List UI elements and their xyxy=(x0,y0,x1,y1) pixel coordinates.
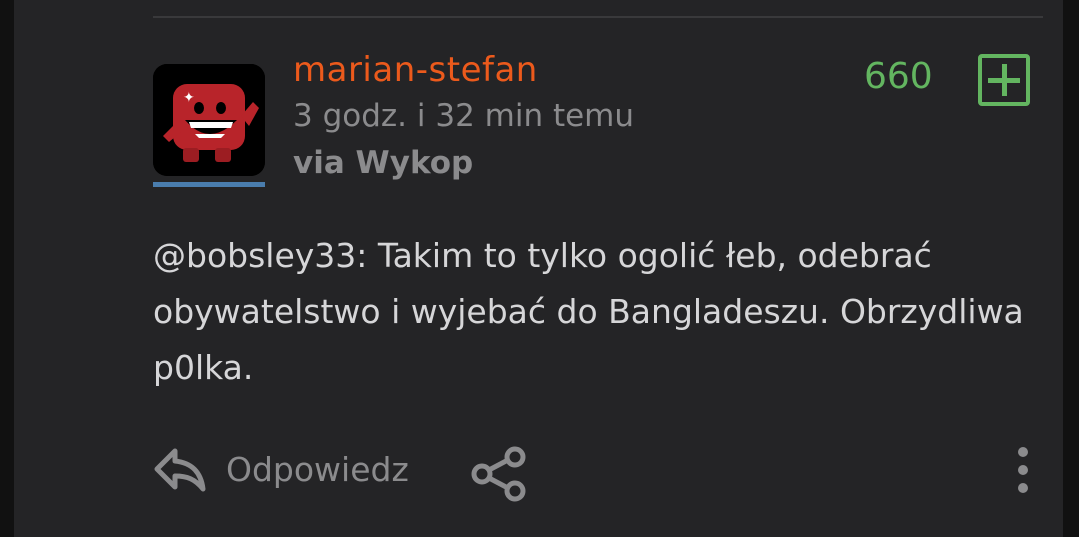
timestamp[interactable]: 3 godz. i 32 min temu xyxy=(293,98,634,134)
meat-boy-avatar-image: ✦ xyxy=(153,64,265,176)
avatar[interactable]: ✦ xyxy=(153,64,265,176)
svg-text:✦: ✦ xyxy=(183,90,195,106)
top-divider xyxy=(153,16,1043,18)
reply-button[interactable]: Odpowiedz xyxy=(226,450,409,489)
share-icon[interactable] xyxy=(469,446,529,502)
vote-count: 660 xyxy=(864,56,933,97)
entry-card: ✦ marian-stefan 3 godz. i 32 min temu vi… xyxy=(14,0,1063,537)
avatar-underline xyxy=(153,182,265,187)
entry-body: @bobsley33: Takim to tylko ogolić łeb, o… xyxy=(153,228,1043,396)
mention-link[interactable]: @bobsley33 xyxy=(153,236,356,275)
via-source: via Wykop xyxy=(293,145,474,181)
upvote-plus-icon[interactable] xyxy=(978,54,1030,106)
more-vertical-icon[interactable] xyxy=(1012,446,1034,494)
reply-arrow-icon[interactable] xyxy=(153,445,207,495)
username-link[interactable]: marian-stefan xyxy=(293,50,538,90)
